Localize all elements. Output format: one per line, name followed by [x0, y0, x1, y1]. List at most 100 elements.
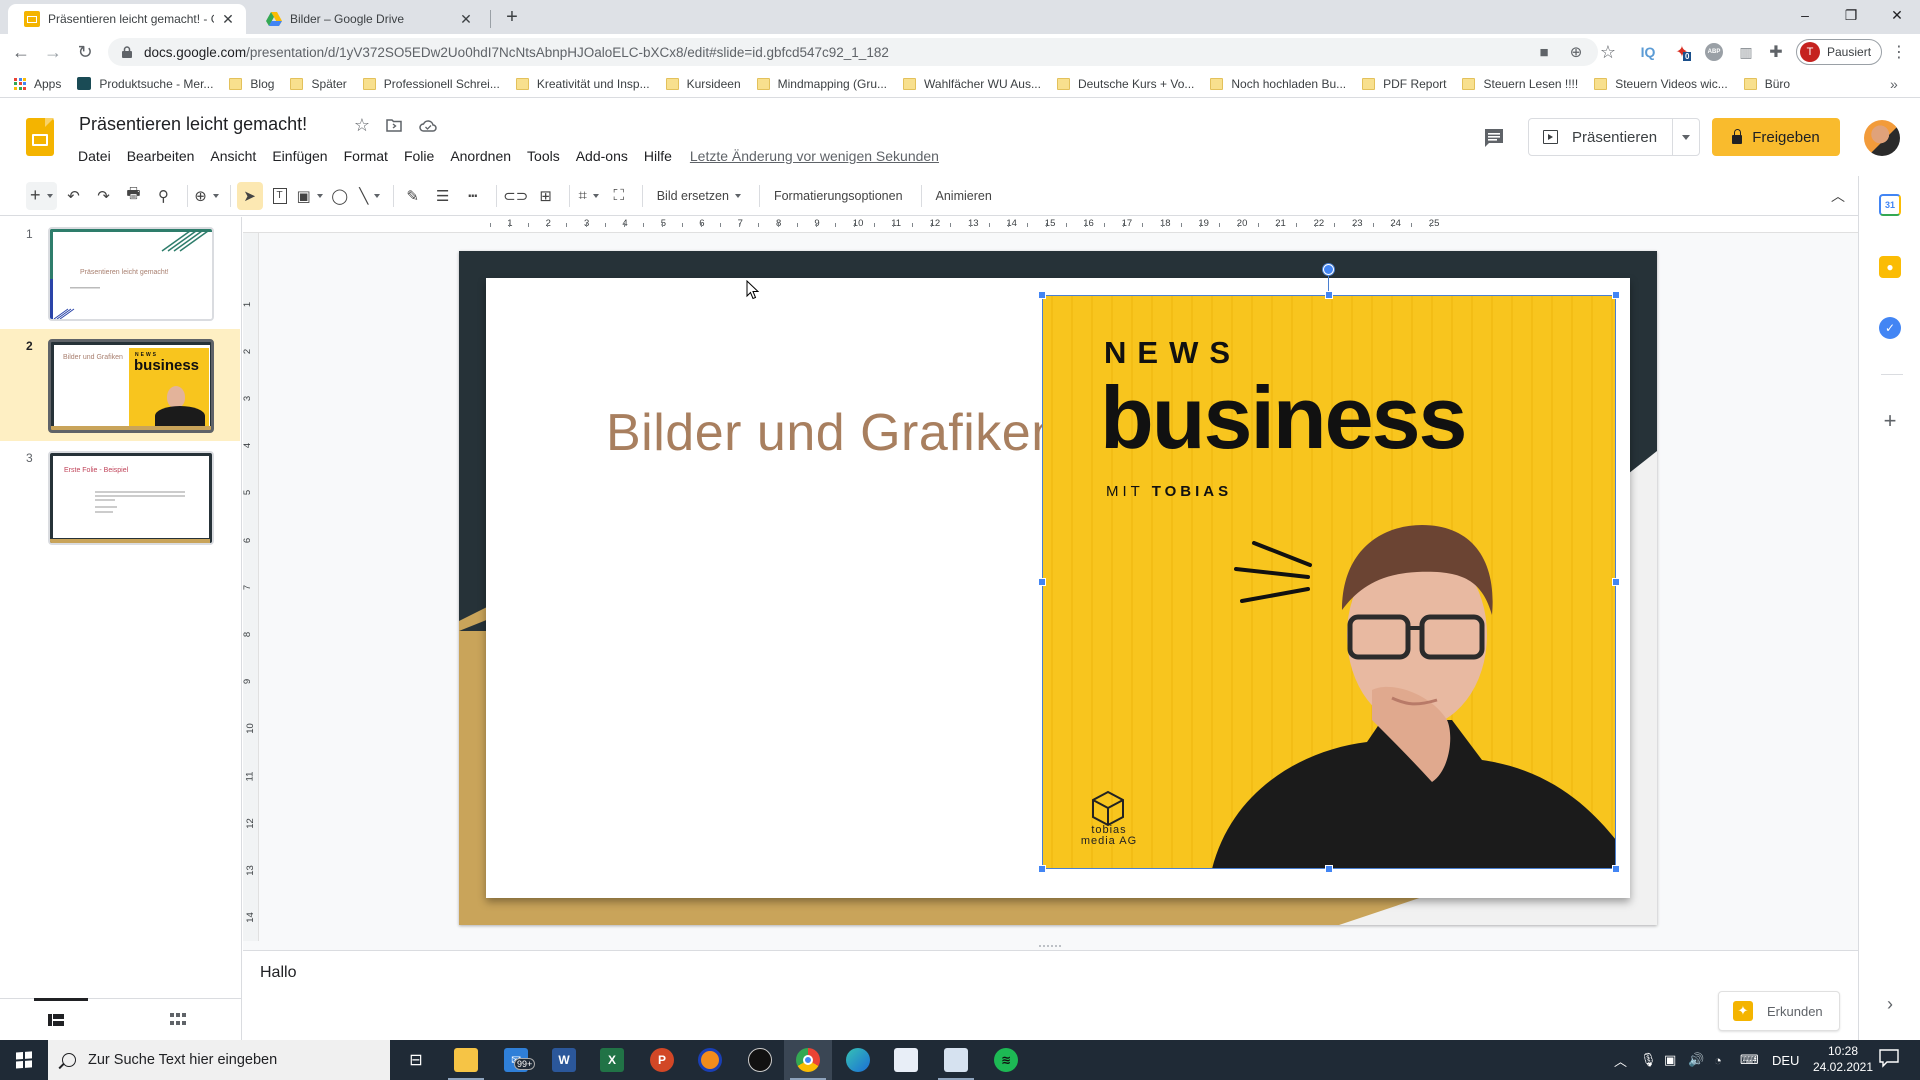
border-color-button[interactable]: ✎ [400, 182, 426, 210]
select-tool-button[interactable]: ➤ [236, 181, 263, 210]
resize-handle-top-left[interactable] [1038, 291, 1046, 299]
account-avatar[interactable] [1864, 120, 1900, 156]
start-button[interactable] [0, 1040, 48, 1080]
task-view-button[interactable]: ⊟ [392, 1040, 440, 1080]
present-button[interactable]: Präsentieren [1528, 118, 1700, 156]
profile-button[interactable]: T Pausiert [1796, 39, 1882, 65]
menu-folie[interactable]: Folie [396, 146, 442, 166]
volume-icon[interactable]: 🔊 [1688, 1040, 1704, 1080]
bookmark-folder[interactable]: Mindmapping (Gru... [756, 77, 887, 91]
bookmark-folder[interactable]: Kreativität und Insp... [515, 77, 650, 91]
minimize-button[interactable]: – [1782, 0, 1828, 30]
taskbar-spotify[interactable]: ≋ [982, 1040, 1030, 1080]
bookmarks-overflow-button[interactable]: » [1890, 76, 1898, 92]
resize-handle-bottom[interactable] [1325, 865, 1333, 873]
add-comment-button[interactable]: ⊞ [533, 182, 559, 210]
taskbar-search[interactable]: Zur Suche Text hier eingeben [48, 1040, 390, 1080]
border-dash-button[interactable]: ┅ [460, 182, 486, 210]
resize-handle-right[interactable] [1612, 578, 1620, 586]
bird-extension-icon[interactable]: ✦ 0 [1670, 40, 1694, 64]
border-weight-button[interactable]: ☰ [430, 182, 456, 210]
document-title[interactable]: Präsentieren leicht gemacht! [79, 114, 307, 135]
zoom-icon[interactable]: ⊕ [1566, 40, 1586, 64]
calendar-icon[interactable]: 31 [1879, 194, 1901, 216]
bookmark-folder[interactable]: Büro [1743, 77, 1790, 91]
new-tab-button[interactable]: + [498, 4, 526, 30]
menu-format[interactable]: Format [336, 146, 396, 166]
share-button[interactable]: Freigeben [1712, 118, 1840, 156]
text-box-button[interactable]: T [267, 182, 293, 210]
resize-handle-top-right[interactable] [1612, 291, 1620, 299]
taskbar-file-explorer[interactable] [442, 1040, 490, 1080]
camera-icon[interactable]: ■ [1534, 40, 1554, 64]
address-bar[interactable]: docs.google.com/presentation/d/1yV372SO5… [108, 38, 1598, 66]
keep-icon[interactable]: ● [1879, 256, 1901, 278]
menu-tools[interactable]: Tools [519, 146, 568, 166]
taskbar-mail[interactable]: ✉99+ [492, 1040, 540, 1080]
news-business-image[interactable]: NEWS business MIT TOBIAS tobias media AG [1042, 295, 1616, 869]
browser-tab-drive[interactable]: Bilder – Google Drive ✕ [250, 4, 484, 34]
slide-thumbnail-2[interactable]: 2 NEWS business Bilder und Grafiken [0, 329, 240, 441]
insert-image-button[interactable]: ▣ [297, 182, 323, 210]
filmstrip-view-button[interactable] [48, 1013, 64, 1026]
get-addons-button[interactable]: + [1879, 410, 1901, 432]
taskbar-app-2[interactable] [932, 1040, 980, 1080]
bookmark-folder[interactable]: Steuern Lesen !!!! [1462, 77, 1578, 91]
slides-logo-icon[interactable] [26, 118, 54, 156]
bookmark-folder[interactable]: Professionell Schrei... [362, 77, 500, 91]
taskbar-app-1[interactable] [882, 1040, 930, 1080]
browser-tab-slides[interactable]: Präsentieren leicht gemacht! - Goo ✕ [8, 4, 246, 34]
resize-handle-left[interactable] [1038, 578, 1046, 586]
undo-button[interactable]: ↶ [61, 182, 87, 210]
replace-image-button[interactable]: Bild ersetzen [649, 182, 749, 210]
speaker-notes-text[interactable]: Hallo [260, 964, 296, 982]
vertical-ruler[interactable]: 1 2 3 4 5 6 7 8 9 10 11 12 13 14 [242, 233, 259, 941]
resize-handle-top[interactable] [1325, 291, 1333, 299]
rotate-handle[interactable] [1323, 264, 1334, 275]
microphone-icon[interactable]: 🎙 [1640, 1040, 1657, 1080]
cloud-saved-icon[interactable] [418, 115, 438, 135]
close-window-button[interactable]: ✕ [1874, 0, 1920, 30]
zoom-button[interactable]: ⊕ [194, 182, 220, 210]
bookmark-folder[interactable]: Noch hochladen Bu... [1210, 77, 1346, 91]
iq-extension-icon[interactable]: IQ [1636, 40, 1660, 64]
wifi-icon[interactable]: ◔ [1714, 1040, 1722, 1080]
bookmark-folder[interactable]: Kursideen [665, 77, 741, 91]
slide-thumbnail-1[interactable]: 1 Präsentieren leicht gemacht! [0, 217, 240, 329]
reload-button[interactable]: ↻ [72, 40, 98, 64]
restore-button[interactable]: ❐ [1828, 0, 1874, 30]
bookmark-star-icon[interactable]: ☆ [1598, 40, 1618, 64]
browser-menu-button[interactable]: ⋮ [1886, 40, 1912, 64]
speaker-notes[interactable]: Hallo [243, 952, 1858, 1040]
taskbar-obs[interactable] [736, 1040, 784, 1080]
resize-handle-bottom-left[interactable] [1038, 865, 1046, 873]
horizontal-ruler[interactable]: 1 2 3 4 5 6 7 8 9 10 11 12 13 14 15 16 17 18 19 20 21 22 23 24 2… [243, 217, 1858, 233]
move-folder-icon[interactable] [384, 115, 404, 135]
bookmark-folder[interactable]: Steuern Videos wic... [1594, 77, 1728, 91]
camera-icon[interactable]: ▣ [1664, 1040, 1676, 1080]
crop-button[interactable]: ⌗ [576, 182, 602, 210]
taskbar-edge[interactable] [834, 1040, 882, 1080]
shape-button[interactable]: ◯ [327, 182, 353, 210]
bookmark-folder[interactable]: Wahlfächer WU Aus... [903, 77, 1041, 91]
adblock-icon[interactable]: ABP [1705, 43, 1723, 61]
bookmark-folder[interactable]: Blog [229, 77, 274, 91]
bookmark-folder[interactable]: PDF Report [1362, 77, 1446, 91]
menu-datei[interactable]: Datei [70, 146, 119, 166]
collapse-menus-button[interactable]: ︿ [1826, 184, 1850, 208]
present-main[interactable]: Präsentieren [1529, 119, 1673, 155]
reset-image-button[interactable]: ⛶ [606, 182, 632, 210]
print-button[interactable]: 🖶 [121, 182, 147, 210]
comments-icon[interactable] [1482, 126, 1506, 150]
taskbar-clock[interactable]: 10:28 24.02.2021 [1808, 1043, 1878, 1075]
bookmark-folder[interactable]: Später [290, 77, 347, 91]
new-slide-button[interactable]: + [26, 181, 57, 210]
expand-side-panel-button[interactable]: › [1879, 994, 1901, 1016]
redo-button[interactable]: ↷ [91, 182, 117, 210]
menu-einfuegen[interactable]: Einfügen [264, 146, 335, 166]
paint-format-button[interactable]: ⚲ [151, 182, 177, 210]
present-options-dropdown[interactable] [1673, 119, 1699, 155]
taskbar-audacity[interactable] [686, 1040, 734, 1080]
notifications-icon[interactable] [1878, 1048, 1902, 1072]
menu-bearbeiten[interactable]: Bearbeiten [119, 146, 203, 166]
